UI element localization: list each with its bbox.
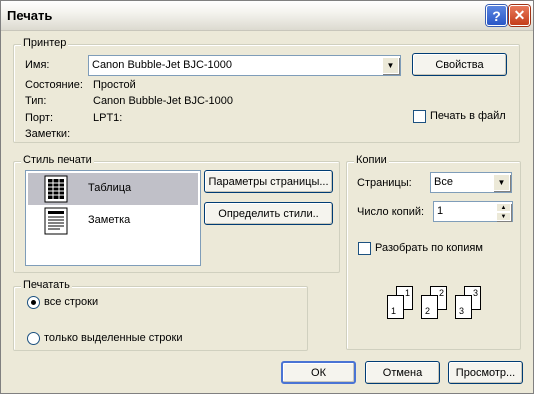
notes-label: Заметки: bbox=[25, 128, 71, 140]
table-style-icon bbox=[42, 175, 70, 203]
collate-icon: 1 1 2 2 3 3 bbox=[385, 286, 489, 322]
collate-page-number: 1 bbox=[404, 288, 410, 298]
status-label: Состояние: bbox=[25, 79, 83, 91]
close-button[interactable]: ✕ bbox=[509, 5, 530, 26]
port-value: LPT1: bbox=[93, 112, 123, 124]
chevron-down-icon[interactable]: ▼ bbox=[493, 174, 510, 191]
collate-page-number: 1 bbox=[391, 306, 397, 316]
help-button[interactable]: ? bbox=[486, 5, 507, 26]
collate-page-number: 2 bbox=[425, 306, 431, 316]
print-dialog: Печать ? ✕ Принтер Имя: Canon Bubble-Jet… bbox=[0, 0, 534, 394]
print-to-file-checkbox[interactable] bbox=[413, 110, 426, 123]
help-icon: ? bbox=[492, 7, 501, 24]
properties-button[interactable]: Свойства bbox=[412, 53, 507, 76]
cancel-button[interactable]: Отмена bbox=[365, 361, 440, 384]
spin-down-icon[interactable]: ▼ bbox=[496, 212, 511, 221]
copies-legend: Копии bbox=[354, 154, 389, 166]
print-style-legend: Стиль печати bbox=[21, 154, 94, 166]
printer-name-value: Canon Bubble-Jet BJC-1000 bbox=[92, 59, 233, 71]
title-bar[interactable]: Печать ? ✕ bbox=[1, 1, 533, 31]
collate-checkbox[interactable] bbox=[358, 242, 371, 255]
printer-name-label: Имя: bbox=[25, 59, 50, 71]
radio-all-rows[interactable] bbox=[27, 296, 40, 309]
radio-dot bbox=[31, 300, 36, 305]
ok-button[interactable]: ОК bbox=[281, 361, 356, 384]
type-label: Тип: bbox=[25, 95, 47, 107]
memo-style-icon bbox=[42, 207, 70, 235]
printer-name-select[interactable]: Canon Bubble-Jet BJC-1000 ▼ bbox=[88, 55, 401, 76]
preview-button[interactable]: Просмотр... bbox=[448, 361, 523, 384]
collate-page-number: 3 bbox=[472, 288, 478, 298]
collate-set-2: 2 2 bbox=[419, 286, 455, 322]
close-icon: ✕ bbox=[513, 7, 526, 23]
radio-all-rows-label[interactable]: все строки bbox=[44, 296, 98, 308]
printer-legend: Принтер bbox=[21, 37, 69, 49]
print-style-list[interactable]: Таблица Заметка bbox=[25, 170, 201, 266]
status-value: Простой bbox=[93, 79, 136, 91]
chevron-down-icon[interactable]: ▼ bbox=[382, 57, 399, 74]
list-item-label: Заметка bbox=[88, 214, 131, 226]
define-styles-button[interactable]: Определить стили.. bbox=[204, 202, 333, 225]
list-item-label: Таблица bbox=[88, 182, 132, 194]
collate-page-front: 2 bbox=[421, 295, 438, 319]
port-label: Порт: bbox=[25, 112, 53, 124]
window-title: Печать bbox=[7, 8, 53, 23]
type-value: Canon Bubble-Jet BJC-1000 bbox=[93, 95, 234, 107]
copies-count-value: 1 bbox=[437, 205, 444, 217]
collate-set-3: 3 3 bbox=[453, 286, 489, 322]
page-setup-button[interactable]: Параметры страницы... bbox=[204, 170, 333, 193]
collate-label[interactable]: Разобрать по копиям bbox=[375, 242, 483, 254]
pages-select[interactable]: Все ▼ bbox=[430, 172, 512, 193]
copies-count-label: Число копий: bbox=[357, 206, 425, 218]
collate-set-1: 1 1 bbox=[385, 286, 421, 322]
pages-value: Все bbox=[434, 176, 453, 188]
collate-page-number: 3 bbox=[459, 306, 465, 316]
list-item-table-style[interactable]: Таблица bbox=[28, 173, 198, 205]
print-range-legend: Печатать bbox=[21, 279, 72, 291]
radio-selected-rows-label[interactable]: только выделенные строки bbox=[44, 332, 182, 344]
radio-selected-rows[interactable] bbox=[27, 332, 40, 345]
print-to-file-label[interactable]: Печать в файл bbox=[430, 110, 506, 122]
spin-up-icon[interactable]: ▲ bbox=[496, 203, 511, 212]
collate-page-front: 3 bbox=[455, 295, 472, 319]
collate-page-front: 1 bbox=[387, 295, 404, 319]
pages-label: Страницы: bbox=[357, 177, 412, 189]
collate-page-number: 2 bbox=[438, 288, 444, 298]
list-item-memo-style[interactable]: Заметка bbox=[28, 205, 198, 237]
copies-count-stepper[interactable]: 1 ▲ ▼ bbox=[433, 201, 513, 222]
